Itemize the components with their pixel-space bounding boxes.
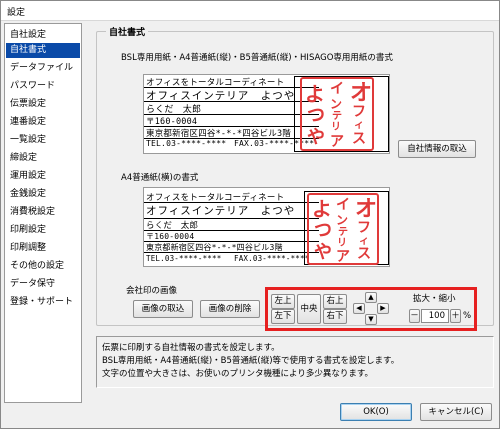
zoom-label: 拡大・縮小 [413,294,456,304]
company-stamp-image: オ フ ィ ス イ ン テ リ ア よ つ や [300,77,374,151]
delete-image-button[interactable]: 画像の削除 [200,300,260,318]
info-line: 文字の位置や大きさは、お使いのプリンタ機種により多少異なります。 [102,369,373,379]
bsl-format-caption: BSL専用用紙・A4普通紙(縦)・B5普通紙(縦)・HISAGO専用用紙の書式 [121,53,393,63]
move-up-button[interactable]: ▲ [365,292,377,303]
preview-tel: TEL.03-****-**** [146,139,227,148]
info-panel: 伝票に印刷する自社情報の書式を設定します。 BSL専用用紙・A4普通紙(縦)・B… [96,336,494,388]
stamp-char: イ [336,197,350,213]
sidebar-item-list-settings[interactable]: 一覧設定 [6,133,80,148]
cancel-button[interactable]: キャンセル(C) [420,403,492,421]
preview-fax: FAX.03-****-**** [234,254,310,263]
sidebar-item-operation-settings[interactable]: 運用設定 [6,169,80,184]
bsl-format-preview[interactable]: オフィスをトータルコーディネート オフィスインテリア よつや らくだ 太郎 〒1… [143,74,390,154]
move-left-button[interactable]: ◀ [353,303,365,314]
company-stamp-image: オ フ ィ ス イ ン テ リ ア よ つ や [307,193,379,265]
sidebar-item-tax-settings[interactable]: 消費税設定 [6,205,80,220]
stamp-char: ア [330,134,344,150]
stamp-image-caption: 会社印の画像 [126,286,178,296]
stamp-char: リ [331,122,341,133]
a4-format-caption: A4普通紙(横)の書式 [121,173,199,183]
preview-rule [144,252,319,253]
position-top-right-button[interactable]: 右上 [323,294,347,309]
zoom-unit: % [463,311,472,321]
stamp-char: フ [352,104,366,120]
stamp-char: イ [330,81,344,97]
stamp-char: や [314,242,332,263]
import-image-button[interactable]: 画像の取込 [133,300,193,318]
position-top-left-button[interactable]: 左上 [271,294,295,309]
stamp-char: フ [357,220,371,236]
stamp-char: ィ [354,120,364,131]
stamp-char: ン [330,97,343,111]
stamp-char: よ [312,197,332,221]
move-down-button[interactable]: ▼ [365,314,377,325]
zoom-decrease-button[interactable]: － [409,309,420,323]
stamp-char: ン [336,213,349,227]
position-bottom-right-button[interactable]: 右下 [323,309,347,324]
stamp-char: よ [305,82,325,106]
stamp-char: ス [357,246,371,262]
stamp-char: オ [350,80,373,106]
stamp-char: ス [352,131,366,147]
group-title: 自社書式 [106,25,149,38]
a4-format-preview[interactable]: オフィスをトータルコーディネート オフィスインテリア よつや らくだ 太郎 〒1… [143,187,390,267]
sidebar-item-print-adjust[interactable]: 印刷調整 [6,241,80,256]
sidebar-item-slip-settings[interactable]: 伝票設定 [6,97,80,112]
settings-window: 設定 自社設定 自社書式 データファイル パスワード 伝票設定 連番設定 一覧設… [0,0,500,429]
stamp-char: や [307,127,325,148]
stamp-char: つ [307,105,325,126]
stamp-char: テ [338,227,348,238]
sidebar-item-company-format[interactable]: 自社書式 [6,43,80,58]
sidebar-item-data-maintenance[interactable]: データ保守 [6,277,80,292]
sidebar-item-password[interactable]: パスワード [6,79,80,94]
sidebar: 自社設定 自社書式 データファイル パスワード 伝票設定 連番設定 一覧設定 締… [4,23,82,403]
sidebar-item-other-settings[interactable]: その他の設定 [6,259,80,274]
stamp-char: つ [314,220,332,241]
position-bottom-left-button[interactable]: 左下 [271,309,295,324]
zoom-increase-button[interactable]: ＋ [450,309,461,323]
stamp-char: ア [336,249,350,265]
preview-company-name: オフィスインテリア よつや [146,205,296,217]
window-title: 設定 [7,8,26,18]
info-line: BSL専用用紙・A4普通紙(縦)・B5普通紙(縦)等で使用する書式を設定します。 [102,356,400,366]
position-center-button[interactable]: 中央 [297,294,321,324]
title-bar: 設定 [1,1,499,21]
sidebar-item-money-settings[interactable]: 金銭設定 [6,187,80,202]
ok-button[interactable]: OK(O) [340,403,412,421]
sidebar-item-registration-support[interactable]: 登録・サポート [6,295,80,310]
move-right-button[interactable]: ▶ [377,303,389,314]
stamp-char: オ [355,196,378,222]
preview-tel: TEL.03-****-**** [146,254,222,263]
sidebar-item-data-file[interactable]: データファイル [6,61,80,76]
stamp-char: テ [332,111,342,122]
sidebar-item-company-settings[interactable]: 自社設定 [6,28,80,43]
sidebar-item-print-settings[interactable]: 印刷設定 [6,223,80,238]
sidebar-item-closing-settings[interactable]: 締設定 [6,151,80,166]
sidebar-item-serial-settings[interactable]: 連番設定 [6,115,80,130]
stamp-char: リ [337,238,347,249]
zoom-input[interactable]: 100 [421,309,449,323]
import-company-info-button[interactable]: 自社情報の取込 [398,140,476,158]
info-line: 伝票に印刷する自社情報の書式を設定します。 [102,343,280,353]
